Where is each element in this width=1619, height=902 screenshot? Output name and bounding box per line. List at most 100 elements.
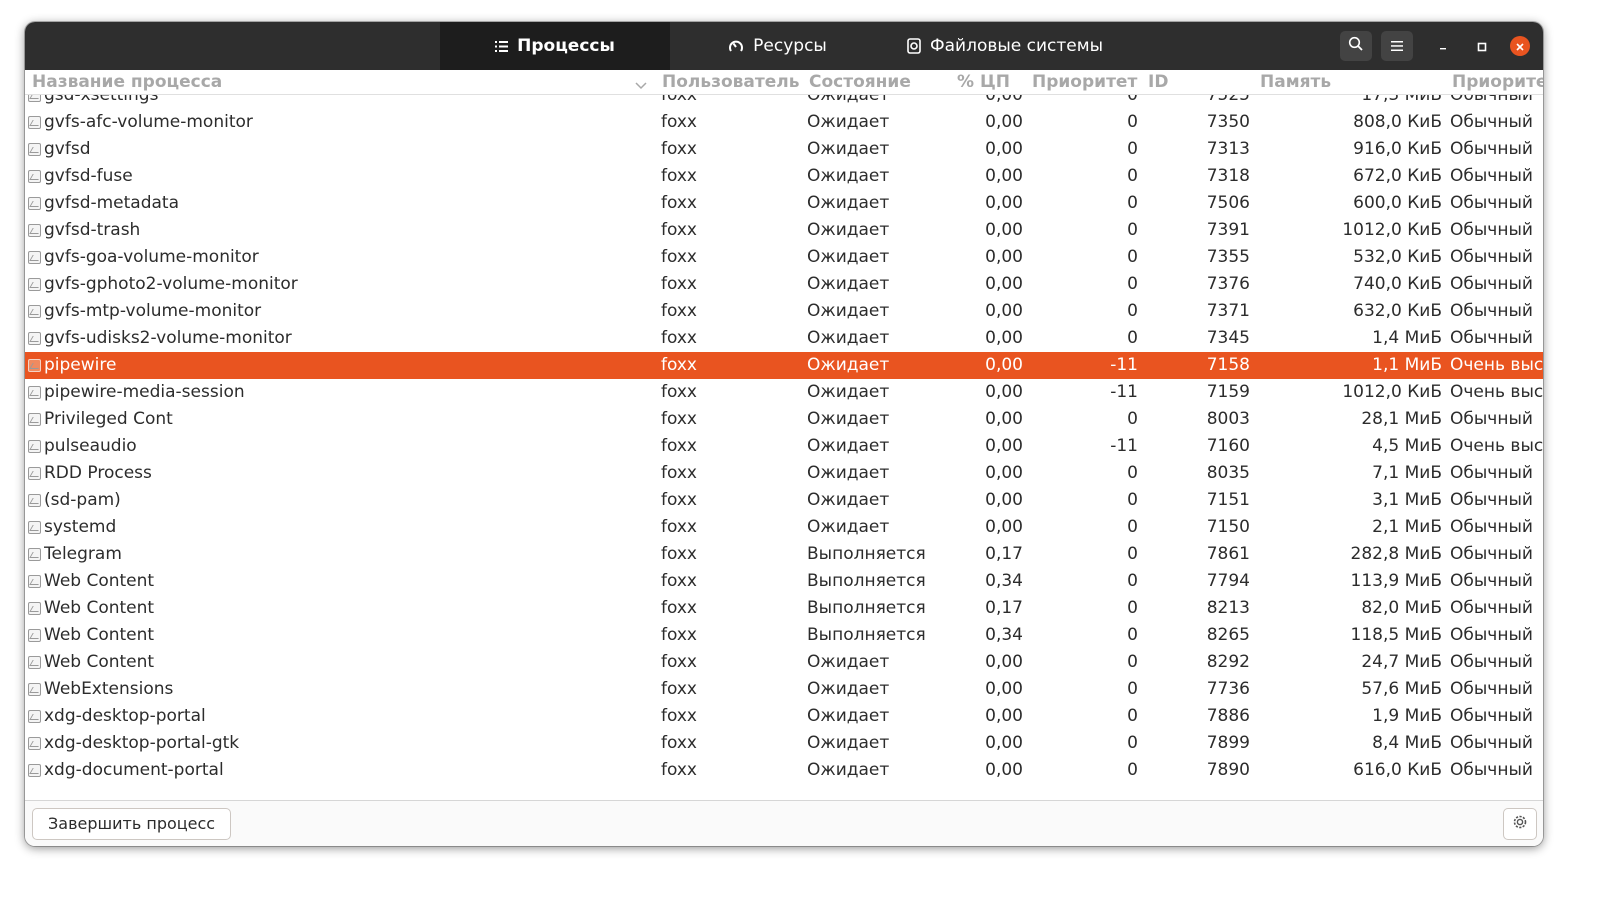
process-user: foxx [661,220,697,240]
process-icon [28,116,41,129]
table-row[interactable]: pipewire-media-session foxx Ожидает 0,00 -11… [25,379,1543,406]
maximize-button[interactable] [1472,36,1492,56]
column-header-user[interactable]: Пользователь [662,70,799,94]
process-nice: 0 [1127,220,1138,240]
process-cpu: 0,00 [985,247,1023,267]
process-user: foxx [661,436,697,456]
process-priority: Обычный [1450,544,1533,564]
table-row[interactable]: Web Content foxx Выполняется 0,17 0 8213 82,0 … [25,595,1543,622]
process-nice: 0 [1127,463,1138,483]
process-nice: 0 [1127,544,1138,564]
process-user: foxx [661,760,697,780]
table-row[interactable]: gvfsd-metadata foxx Ожидает 0,00 0 7506 600,0 … [25,190,1543,217]
table-row[interactable]: Privileged Cont foxx Ожидает 0,00 0 8003 28,1 … [25,406,1543,433]
process-name: gvfs-mtp-volume-monitor [44,301,262,321]
process-memory: 2,1 МиБ [1372,517,1442,537]
process-memory: 600,0 КиБ [1353,193,1442,213]
process-state: Ожидает [807,652,890,672]
process-priority: Обычный [1450,760,1533,780]
process-icon [28,575,41,588]
process-id: 8213 [1206,598,1250,618]
table-row[interactable]: (sd-pam) foxx Ожидает 0,00 0 7151 3,1 МиБ Обычн… [25,487,1543,514]
process-name: Web Content [44,598,155,618]
minimize-icon [1438,37,1448,56]
table-row[interactable]: gvfsd foxx Ожидает 0,00 0 7313 916,0 КиБ Обычны… [25,136,1543,163]
process-id: 7376 [1206,274,1250,294]
process-priority: Обычный [1450,625,1533,645]
column-header-priority[interactable]: Приорите [1452,70,1543,94]
process-nice: 0 [1127,679,1138,699]
tab-processes[interactable]: Процессы [440,22,670,70]
table-row[interactable]: systemd foxx Ожидает 0,00 0 7150 2,1 МиБ Обычны… [25,514,1543,541]
process-user: foxx [661,517,697,537]
process-id: 7160 [1206,436,1250,456]
column-header-name[interactable]: Название процесса [32,70,222,94]
table-row[interactable]: gvfs-goa-volume-monitor foxx Ожидает 0,00 0 7… [25,244,1543,271]
tab-label: Ресурсы [753,36,827,56]
table-row[interactable]: gvfsd-fuse foxx Ожидает 0,00 0 7318 672,0 КиБ О… [25,163,1543,190]
process-state: Ожидает [807,112,890,132]
table-row[interactable]: RDD Process foxx Ожидает 0,00 0 8035 7,1 МиБ Об… [25,460,1543,487]
table-row[interactable]: Telegram foxx Выполняется 0,17 0 7861 282,8 Ми… [25,541,1543,568]
process-state: Ожидает [807,490,890,510]
table-row[interactable]: gvfsd-trash foxx Ожидает 0,00 0 7391 1012,0 Ки… [25,217,1543,244]
process-memory: 57,6 МиБ [1361,679,1442,699]
column-header-cpu[interactable]: % ЦП [957,70,1010,94]
process-user: foxx [661,706,697,726]
tab-resources[interactable]: Ресурсы [670,22,885,70]
table-row-selected[interactable]: pipewire foxx Ожидает 0,00 -11 7158 1,1 МиБ Оче… [25,352,1543,379]
process-cpu: 0,00 [985,517,1023,537]
process-priority: Очень высо [1450,382,1543,402]
process-nice: 0 [1127,733,1138,753]
column-header-memory[interactable]: Память [1260,70,1331,94]
process-list[interactable]: gsd-xsettings foxx Ожидает 0,00 0 7525 17,3 Ми… [25,95,1543,800]
table-row[interactable]: gsd-xsettings foxx Ожидает 0,00 0 7525 17,3 Ми… [25,95,1543,109]
process-user: foxx [661,301,697,321]
process-state: Выполняется [807,544,926,564]
tab-file-systems[interactable]: Файловые системы [885,22,1125,70]
table-row[interactable]: gvfs-mtp-volume-monitor foxx Ожидает 0,00 0 7… [25,298,1543,325]
process-state: Ожидает [807,220,890,240]
table-row[interactable]: gvfs-gphoto2-volume-monitor foxx Ожидает 0,… [25,271,1543,298]
table-row[interactable]: gvfs-afc-volume-monitor foxx Ожидает 0,00 0 7… [25,109,1543,136]
process-icon [28,95,41,102]
settings-button[interactable] [1503,808,1537,840]
process-user: foxx [661,679,697,699]
system-monitor-window: Процессы Ресурсы Файловые системы Назван… [25,22,1543,846]
process-priority: Обычный [1450,220,1533,240]
table-row[interactable]: pulseaudio foxx Ожидает 0,00 -11 7160 4,5 МиБ О… [25,433,1543,460]
minimize-button[interactable] [1433,36,1453,56]
table-row[interactable]: xdg-document-portal foxx Ожидает 0,00 0 7890 6… [25,757,1543,784]
process-id: 7506 [1206,193,1250,213]
table-row[interactable]: Web Content foxx Выполняется 0,34 0 8265 118,5… [25,622,1543,649]
table-row[interactable]: xdg-desktop-portal-gtk foxx Ожидает 0,00 0 78… [25,730,1543,757]
column-header-nice[interactable]: Приоритет [1032,70,1137,94]
process-name: pulseaudio [44,436,137,456]
process-id: 7794 [1206,571,1250,591]
footer-bar: Завершить процесс [25,800,1543,846]
table-row[interactable]: WebExtensions foxx Ожидает 0,00 0 7736 57,6 Ми… [25,676,1543,703]
process-state: Ожидает [807,139,890,159]
search-button[interactable] [1340,31,1372,61]
process-id: 8035 [1206,463,1250,483]
table-row[interactable]: Web Content foxx Выполняется 0,34 0 7794 113,9… [25,568,1543,595]
process-id: 7151 [1206,490,1250,510]
table-row[interactable]: xdg-desktop-portal foxx Ожидает 0,00 0 7886 1,… [25,703,1543,730]
process-state: Ожидает [807,409,890,429]
table-row[interactable]: gvfs-udisks2-volume-monitor foxx Ожидает 0,… [25,325,1543,352]
process-state: Ожидает [807,355,890,375]
column-header-id[interactable]: ID [1148,70,1168,94]
table-row[interactable]: Web Content foxx Ожидает 0,00 0 8292 24,7 МиБ О… [25,649,1543,676]
process-priority: Обычный [1450,274,1533,294]
process-state: Выполняется [807,571,926,591]
process-icon [28,521,41,534]
close-button[interactable] [1510,36,1530,56]
list-icon [495,40,509,53]
process-memory: 282,8 МиБ [1350,544,1442,564]
column-header-state[interactable]: Состояние [809,70,911,94]
main-menu-button[interactable] [1381,31,1413,61]
process-cpu: 0,00 [985,328,1023,348]
process-priority: Обычный [1450,598,1533,618]
process-state: Выполняется [807,598,926,618]
end-process-button[interactable]: Завершить процесс [32,808,232,840]
